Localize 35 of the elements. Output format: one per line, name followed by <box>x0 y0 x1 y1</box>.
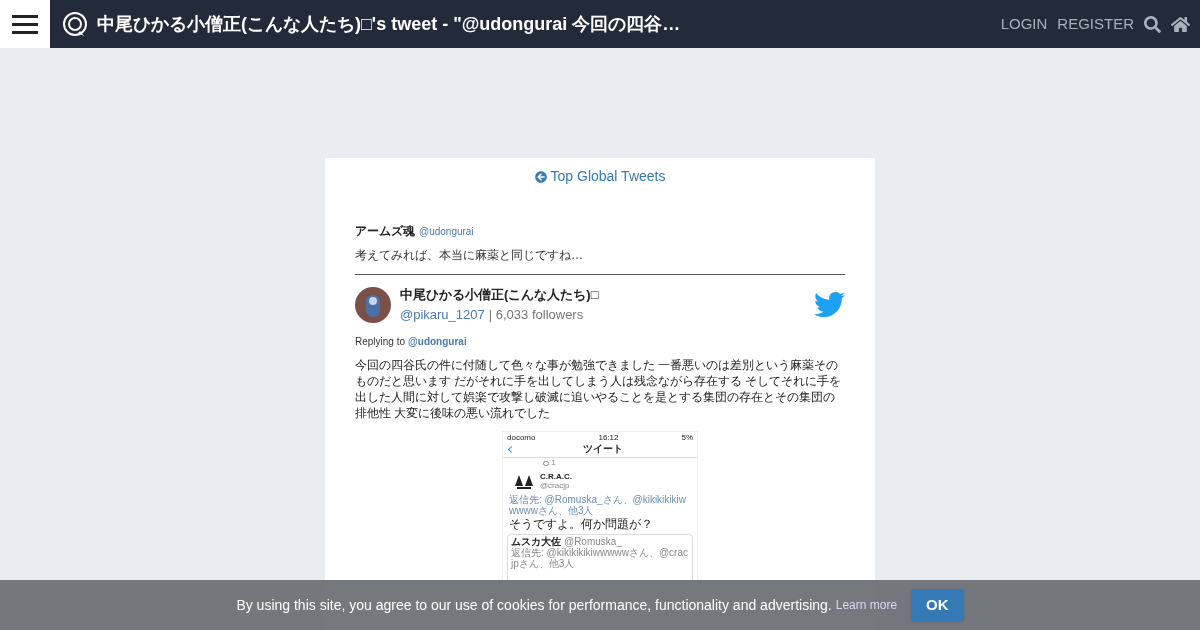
quote-reply-to: 返信先: @kikikikikiwwwwwさん、@cracjpさん、他3人 <box>511 547 689 569</box>
follower-count: | 6,033 followers <box>488 305 584 324</box>
nav-link[interactable]: REGISTER <box>1057 12 1134 36</box>
menu-button[interactable] <box>0 0 50 48</box>
replying-label: Replying to <box>355 335 406 349</box>
reply-handle[interactable]: @udongurai <box>408 334 467 349</box>
ok-button[interactable]: OK <box>911 589 964 621</box>
clock-label: 16:12 <box>598 433 619 442</box>
quote-author: ムスカ大佐 <box>511 536 561 547</box>
author-name: アームズ魂 <box>355 223 415 240</box>
tweet-author-name: 中尾ひかる小僧正(こんな人たち)□ <box>400 286 599 304</box>
battery-label: 5% <box>681 433 693 442</box>
carrier-label: docomo <box>507 433 536 442</box>
account-name: C.R.A.C. <box>540 472 572 481</box>
author-handle[interactable]: @udongurai <box>419 224 474 239</box>
back-arrow-icon <box>534 170 547 183</box>
reply-count: 1 <box>551 458 556 468</box>
home-icon[interactable] <box>1171 14 1190 34</box>
post-text: そうですよ。何か問題が？ <box>508 517 654 531</box>
nav-link[interactable]: LOGIN <box>1000 12 1048 36</box>
learn-more-link[interactable]: Learn more <box>835 596 898 614</box>
logo-icon <box>62 11 88 37</box>
reply-to-line: 返信先: @Romuska_さん、@kikikikikiwwwwwさん、他3人 <box>508 494 687 516</box>
bird-icon <box>814 289 845 320</box>
cookie-notice: By using this site, you agree to our use of cookies for performance, functionality and advertising. <box>236 595 832 615</box>
account-handle: @cracjp <box>540 481 571 490</box>
page-title: 中尾ひかる小僧正(こんな人たち)□'s tweet - "@udongurai 今回の四谷… <box>97 12 681 36</box>
search-icon[interactable] <box>1144 15 1161 33</box>
quoted-text: 考えてみれば、本当に麻薬と同じですね… <box>355 247 584 264</box>
back-link[interactable]: Top Global Tweets <box>534 166 666 187</box>
screen-title: ツイート <box>582 443 623 455</box>
quote-handle: @Romuska_ <box>564 536 622 547</box>
tweet-author-handle[interactable]: @pikaru_1207 <box>400 304 485 324</box>
tweet-text: 今回の四谷氏の件に付随して色々な事が勉強できました 一番悪いのは差別という麻薬そのものだと思います だがそれに手を出してしまう人は残念ながら存在する そしてそれに手を出した人間に対して娯楽で攻撃し破滅に追いやることを是とする集団の存在とその集団の排他性 大変に後味の悪い流れでした <box>355 358 843 421</box>
avatar <box>355 286 391 323</box>
